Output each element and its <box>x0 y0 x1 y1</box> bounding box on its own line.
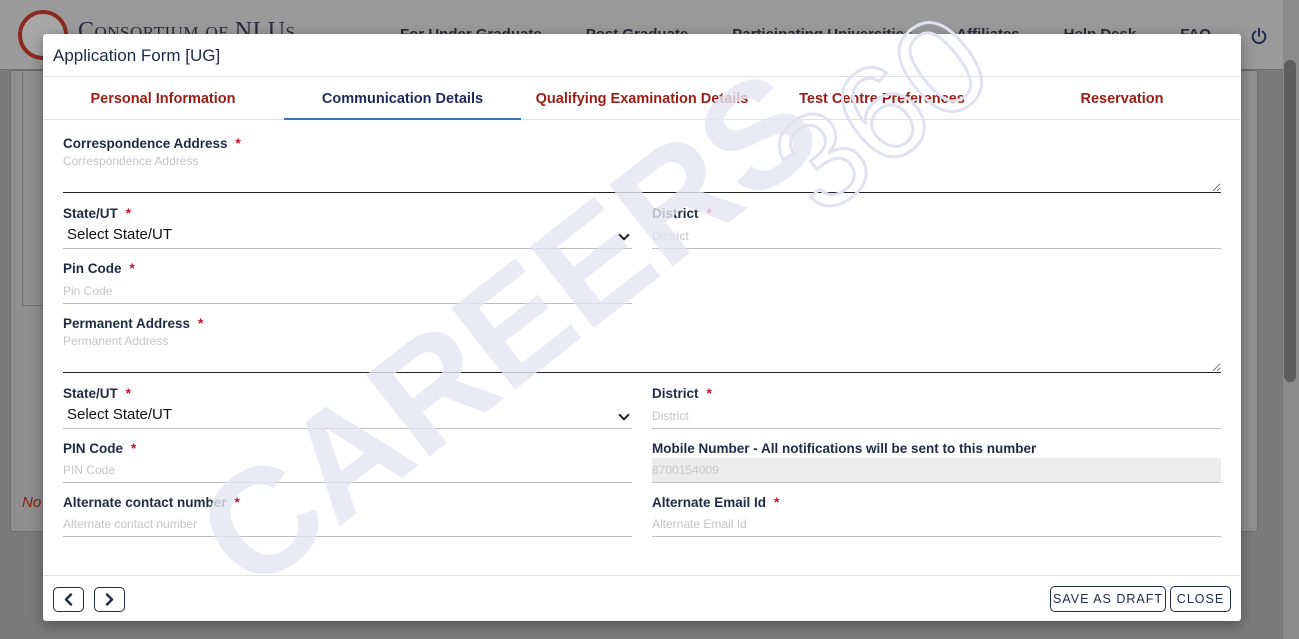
alternate-contact-input[interactable] <box>63 512 632 537</box>
modal-title: Application Form [UG] <box>53 46 221 65</box>
permanent-address-input[interactable] <box>63 334 1221 373</box>
mobile-number-field: 8700154009 <box>652 458 1221 483</box>
alternate-email-label: Alternate Email Id * <box>652 495 780 510</box>
permanent-pin-code-label: PIN Code * <box>63 441 137 456</box>
scrollbar-thumb[interactable] <box>1284 60 1296 382</box>
permanent-address-label: Permanent Address * <box>63 316 204 331</box>
tab-communication-details[interactable]: Communication Details <box>284 77 521 120</box>
correspondence-address-label: Correspondence Address * <box>63 136 241 151</box>
tab-personal-information[interactable]: Personal Information <box>43 77 283 120</box>
permanent-state-select[interactable]: Select State/UT <box>63 402 632 429</box>
chevron-down-icon <box>618 229 630 241</box>
permanent-district-input[interactable] <box>652 404 1221 429</box>
state-select[interactable]: Select State/UT <box>63 222 632 249</box>
save-as-draft-button[interactable]: SAVE AS DRAFT <box>1050 586 1166 612</box>
permanent-state-label: State/UT * <box>63 386 132 401</box>
power-icon[interactable] <box>1250 27 1268 45</box>
tab-reservation[interactable]: Reservation <box>1003 77 1241 120</box>
district-input[interactable] <box>652 224 1221 249</box>
state-label: State/UT * <box>63 206 132 221</box>
chevron-left-icon <box>64 593 73 606</box>
form-tabs: Personal Information Communication Detai… <box>43 77 1241 120</box>
chevron-down-icon <box>618 409 630 421</box>
communication-form: Correspondence Address* State/UT* Select… <box>43 120 1241 575</box>
pin-code-input[interactable] <box>63 279 632 304</box>
previous-button[interactable] <box>53 587 84 612</box>
tab-qualifying-examination-details[interactable]: Qualifying Examination Details <box>523 77 761 120</box>
close-button[interactable]: CLOSE <box>1170 586 1231 612</box>
chevron-right-icon <box>105 593 114 606</box>
pin-code-label: Pin Code * <box>63 261 135 276</box>
tab-test-centre-preferences[interactable]: Test Centre Preferences <box>763 77 1001 120</box>
correspondence-address-input[interactable] <box>63 154 1221 193</box>
modal-header: Application Form [UG] <box>43 34 1241 77</box>
modal-footer: SAVE AS DRAFT CLOSE <box>43 575 1241 621</box>
permanent-district-label: District * <box>652 386 712 401</box>
page-note: No <box>22 494 42 511</box>
mobile-number-label: Mobile Number - All notifications will b… <box>652 441 1037 456</box>
alternate-contact-label: Alternate contact number * <box>63 495 240 510</box>
permanent-pin-code-input[interactable] <box>63 458 632 483</box>
district-label: District * <box>652 206 712 221</box>
next-button[interactable] <box>94 587 125 612</box>
alternate-email-input[interactable] <box>652 512 1221 537</box>
application-form-modal: Application Form [UG] Personal Informati… <box>43 34 1241 621</box>
